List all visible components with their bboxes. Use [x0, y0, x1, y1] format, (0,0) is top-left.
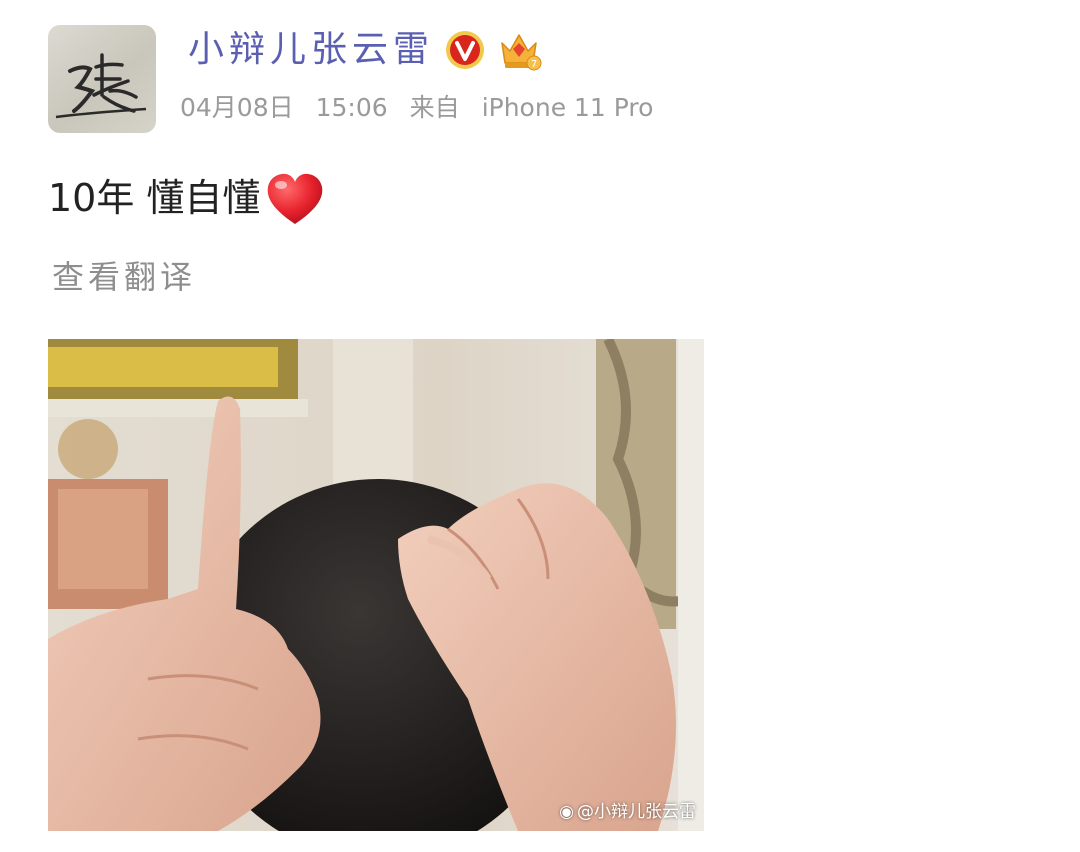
author-name[interactable]: 小辩儿张云雷 — [188, 26, 434, 74]
avatar-calligraphy — [55, 53, 147, 119]
post-content: 10年 懂自懂 — [48, 170, 326, 226]
heart-emoji — [268, 173, 323, 224]
vip-level: 7 — [531, 59, 537, 70]
photo-watermark: ◉ @小辩儿张云雷 — [559, 798, 696, 826]
post-source-prefix: 来自 — [409, 93, 460, 122]
post-device[interactable]: iPhone 11 Pro — [482, 93, 654, 122]
post-time: 15:06 — [315, 93, 388, 122]
view-translation-link[interactable]: 查看翻译 — [52, 255, 196, 299]
post-photo[interactable]: ◉ @小辩儿张云雷 — [48, 339, 704, 831]
weibo-logo-icon: ◉ — [559, 802, 574, 822]
post-date: 04月08日 — [180, 93, 294, 122]
post-text: 10年 懂自懂 — [48, 176, 261, 220]
author-avatar[interactable] — [48, 25, 156, 133]
verified-v-icon — [446, 31, 484, 69]
watermark-text: @小辩儿张云雷 — [577, 802, 696, 822]
photo-image — [48, 339, 704, 831]
crown-vip-icon[interactable]: 7 — [496, 27, 542, 73]
post-meta: 04月08日 15:06 来自 iPhone 11 Pro — [180, 88, 675, 128]
